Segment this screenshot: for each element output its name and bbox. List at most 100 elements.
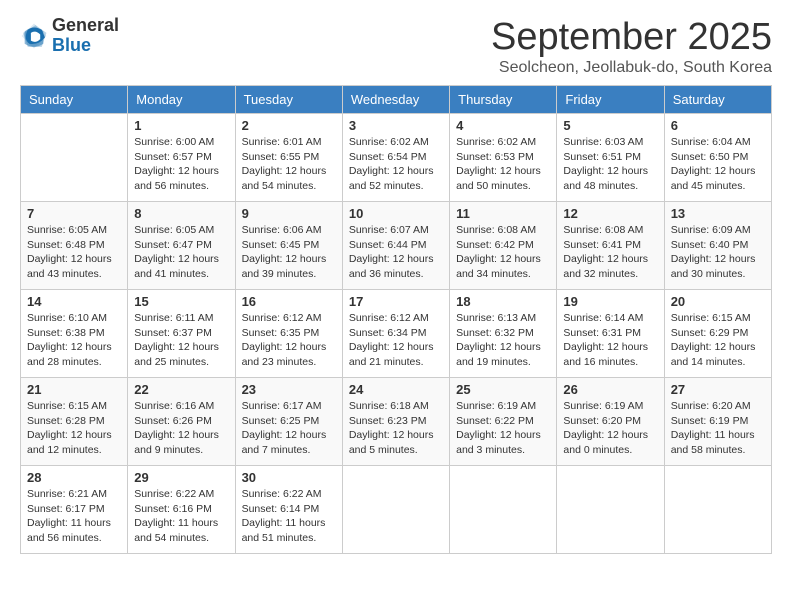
day-info: Sunrise: 6:12 AM Sunset: 6:34 PM Dayligh… <box>349 311 443 370</box>
calendar-cell: 18 Sunrise: 6:13 AM Sunset: 6:32 PM Dayli… <box>450 290 557 378</box>
day-number: 10 <box>349 206 443 221</box>
day-number: 2 <box>242 118 336 133</box>
month-title: September 2025 <box>491 16 772 59</box>
day-info: Sunrise: 6:05 AM Sunset: 6:47 PM Dayligh… <box>134 223 228 282</box>
day-info: Sunrise: 6:21 AM Sunset: 6:17 PM Dayligh… <box>27 487 121 546</box>
calendar-cell: 3 Sunrise: 6:02 AM Sunset: 6:54 PM Daylig… <box>342 114 449 202</box>
day-number: 1 <box>134 118 228 133</box>
day-number: 7 <box>27 206 121 221</box>
calendar-week-3: 14 Sunrise: 6:10 AM Sunset: 6:38 PM Dayli… <box>21 290 772 378</box>
calendar-table: SundayMondayTuesdayWednesdayThursdayFrid… <box>20 85 772 554</box>
calendar-header-wednesday: Wednesday <box>342 86 449 114</box>
calendar-header-friday: Friday <box>557 86 664 114</box>
calendar-cell: 17 Sunrise: 6:12 AM Sunset: 6:34 PM Dayli… <box>342 290 449 378</box>
calendar-week-5: 28Sunrise: 6:21 AM Sunset: 6:17 PM Dayli… <box>21 466 772 554</box>
day-info: Sunrise: 6:07 AM Sunset: 6:44 PM Dayligh… <box>349 223 443 282</box>
day-number: 25 <box>456 382 550 397</box>
day-info: Sunrise: 6:16 AM Sunset: 6:26 PM Dayligh… <box>134 399 228 458</box>
day-number: 13 <box>671 206 765 221</box>
day-info: Sunrise: 6:19 AM Sunset: 6:20 PM Dayligh… <box>563 399 657 458</box>
day-info: Sunrise: 6:13 AM Sunset: 6:32 PM Dayligh… <box>456 311 550 370</box>
location-subtitle: Seolcheon, Jeollabuk-do, South Korea <box>491 59 772 77</box>
calendar-cell: 20 Sunrise: 6:15 AM Sunset: 6:29 PM Dayli… <box>664 290 771 378</box>
day-info: Sunrise: 6:02 AM Sunset: 6:54 PM Dayligh… <box>349 135 443 194</box>
day-info: Sunrise: 6:11 AM Sunset: 6:37 PM Dayligh… <box>134 311 228 370</box>
calendar-cell: 22 Sunrise: 6:16 AM Sunset: 6:26 PM Dayli… <box>128 378 235 466</box>
calendar-header-row: SundayMondayTuesdayWednesdayThursdayFrid… <box>21 86 772 114</box>
day-number: 16 <box>242 294 336 309</box>
day-number: 20 <box>671 294 765 309</box>
logo-general: General <box>52 16 119 36</box>
day-number: 9 <box>242 206 336 221</box>
calendar-cell: 21Sunrise: 6:15 AM Sunset: 6:28 PM Dayli… <box>21 378 128 466</box>
day-info: Sunrise: 6:15 AM Sunset: 6:29 PM Dayligh… <box>671 311 765 370</box>
day-info: Sunrise: 6:08 AM Sunset: 6:41 PM Dayligh… <box>563 223 657 282</box>
calendar-cell: 8 Sunrise: 6:05 AM Sunset: 6:47 PM Daylig… <box>128 202 235 290</box>
day-number: 29 <box>134 470 228 485</box>
calendar-cell: 28Sunrise: 6:21 AM Sunset: 6:17 PM Dayli… <box>21 466 128 554</box>
calendar-cell: 25 Sunrise: 6:19 AM Sunset: 6:22 PM Dayli… <box>450 378 557 466</box>
day-info: Sunrise: 6:00 AM Sunset: 6:57 PM Dayligh… <box>134 135 228 194</box>
calendar-cell: 6 Sunrise: 6:04 AM Sunset: 6:50 PM Daylig… <box>664 114 771 202</box>
day-number: 3 <box>349 118 443 133</box>
day-info: Sunrise: 6:02 AM Sunset: 6:53 PM Dayligh… <box>456 135 550 194</box>
day-number: 4 <box>456 118 550 133</box>
day-info: Sunrise: 6:08 AM Sunset: 6:42 PM Dayligh… <box>456 223 550 282</box>
calendar-cell <box>342 466 449 554</box>
day-info: Sunrise: 6:19 AM Sunset: 6:22 PM Dayligh… <box>456 399 550 458</box>
day-number: 14 <box>27 294 121 309</box>
day-number: 12 <box>563 206 657 221</box>
day-number: 15 <box>134 294 228 309</box>
day-info: Sunrise: 6:20 AM Sunset: 6:19 PM Dayligh… <box>671 399 765 458</box>
day-info: Sunrise: 6:22 AM Sunset: 6:16 PM Dayligh… <box>134 487 228 546</box>
day-info: Sunrise: 6:01 AM Sunset: 6:55 PM Dayligh… <box>242 135 336 194</box>
day-number: 6 <box>671 118 765 133</box>
day-number: 21 <box>27 382 121 397</box>
day-number: 11 <box>456 206 550 221</box>
calendar-cell: 1 Sunrise: 6:00 AM Sunset: 6:57 PM Daylig… <box>128 114 235 202</box>
calendar-cell <box>450 466 557 554</box>
calendar-cell: 2 Sunrise: 6:01 AM Sunset: 6:55 PM Daylig… <box>235 114 342 202</box>
day-number: 19 <box>563 294 657 309</box>
calendar-cell: 14 Sunrise: 6:10 AM Sunset: 6:38 PM Dayli… <box>21 290 128 378</box>
calendar-header-thursday: Thursday <box>450 86 557 114</box>
day-number: 18 <box>456 294 550 309</box>
day-info: Sunrise: 6:10 AM Sunset: 6:38 PM Dayligh… <box>27 311 121 370</box>
logo-text: General Blue <box>52 16 119 56</box>
calendar-header-monday: Monday <box>128 86 235 114</box>
day-number: 23 <box>242 382 336 397</box>
day-info: Sunrise: 6:06 AM Sunset: 6:45 PM Dayligh… <box>242 223 336 282</box>
day-number: 22 <box>134 382 228 397</box>
calendar-cell: 4 Sunrise: 6:02 AM Sunset: 6:53 PM Daylig… <box>450 114 557 202</box>
calendar-cell: 10 Sunrise: 6:07 AM Sunset: 6:44 PM Dayli… <box>342 202 449 290</box>
calendar-cell <box>557 466 664 554</box>
calendar-week-4: 21Sunrise: 6:15 AM Sunset: 6:28 PM Dayli… <box>21 378 772 466</box>
calendar-cell: 11 Sunrise: 6:08 AM Sunset: 6:42 PM Dayli… <box>450 202 557 290</box>
calendar-cell: 23Sunrise: 6:17 AM Sunset: 6:25 PM Dayli… <box>235 378 342 466</box>
day-info: Sunrise: 6:05 AM Sunset: 6:48 PM Dayligh… <box>27 223 121 282</box>
calendar-header-saturday: Saturday <box>664 86 771 114</box>
calendar-cell <box>664 466 771 554</box>
day-number: 26 <box>563 382 657 397</box>
day-info: Sunrise: 6:22 AM Sunset: 6:14 PM Dayligh… <box>242 487 336 546</box>
logo-icon <box>20 22 48 50</box>
day-number: 5 <box>563 118 657 133</box>
logo: General Blue <box>20 16 119 56</box>
calendar-cell: 13Sunrise: 6:09 AM Sunset: 6:40 PM Dayli… <box>664 202 771 290</box>
calendar-cell: 5Sunrise: 6:03 AM Sunset: 6:51 PM Daylig… <box>557 114 664 202</box>
day-number: 17 <box>349 294 443 309</box>
title-block: September 2025 Seolcheon, Jeollabuk-do, … <box>491 16 772 77</box>
calendar-week-2: 7 Sunrise: 6:05 AM Sunset: 6:48 PM Daylig… <box>21 202 772 290</box>
calendar-cell: 26 Sunrise: 6:19 AM Sunset: 6:20 PM Dayli… <box>557 378 664 466</box>
calendar-cell: 27 Sunrise: 6:20 AM Sunset: 6:19 PM Dayli… <box>664 378 771 466</box>
day-number: 30 <box>242 470 336 485</box>
calendar-cell <box>21 114 128 202</box>
day-number: 8 <box>134 206 228 221</box>
calendar-cell: 16 Sunrise: 6:12 AM Sunset: 6:35 PM Dayli… <box>235 290 342 378</box>
day-info: Sunrise: 6:12 AM Sunset: 6:35 PM Dayligh… <box>242 311 336 370</box>
day-info: Sunrise: 6:04 AM Sunset: 6:50 PM Dayligh… <box>671 135 765 194</box>
day-number: 24 <box>349 382 443 397</box>
calendar-cell: 24Sunrise: 6:18 AM Sunset: 6:23 PM Dayli… <box>342 378 449 466</box>
page-header: General Blue September 2025 Seolcheon, J… <box>20 16 772 77</box>
day-number: 27 <box>671 382 765 397</box>
